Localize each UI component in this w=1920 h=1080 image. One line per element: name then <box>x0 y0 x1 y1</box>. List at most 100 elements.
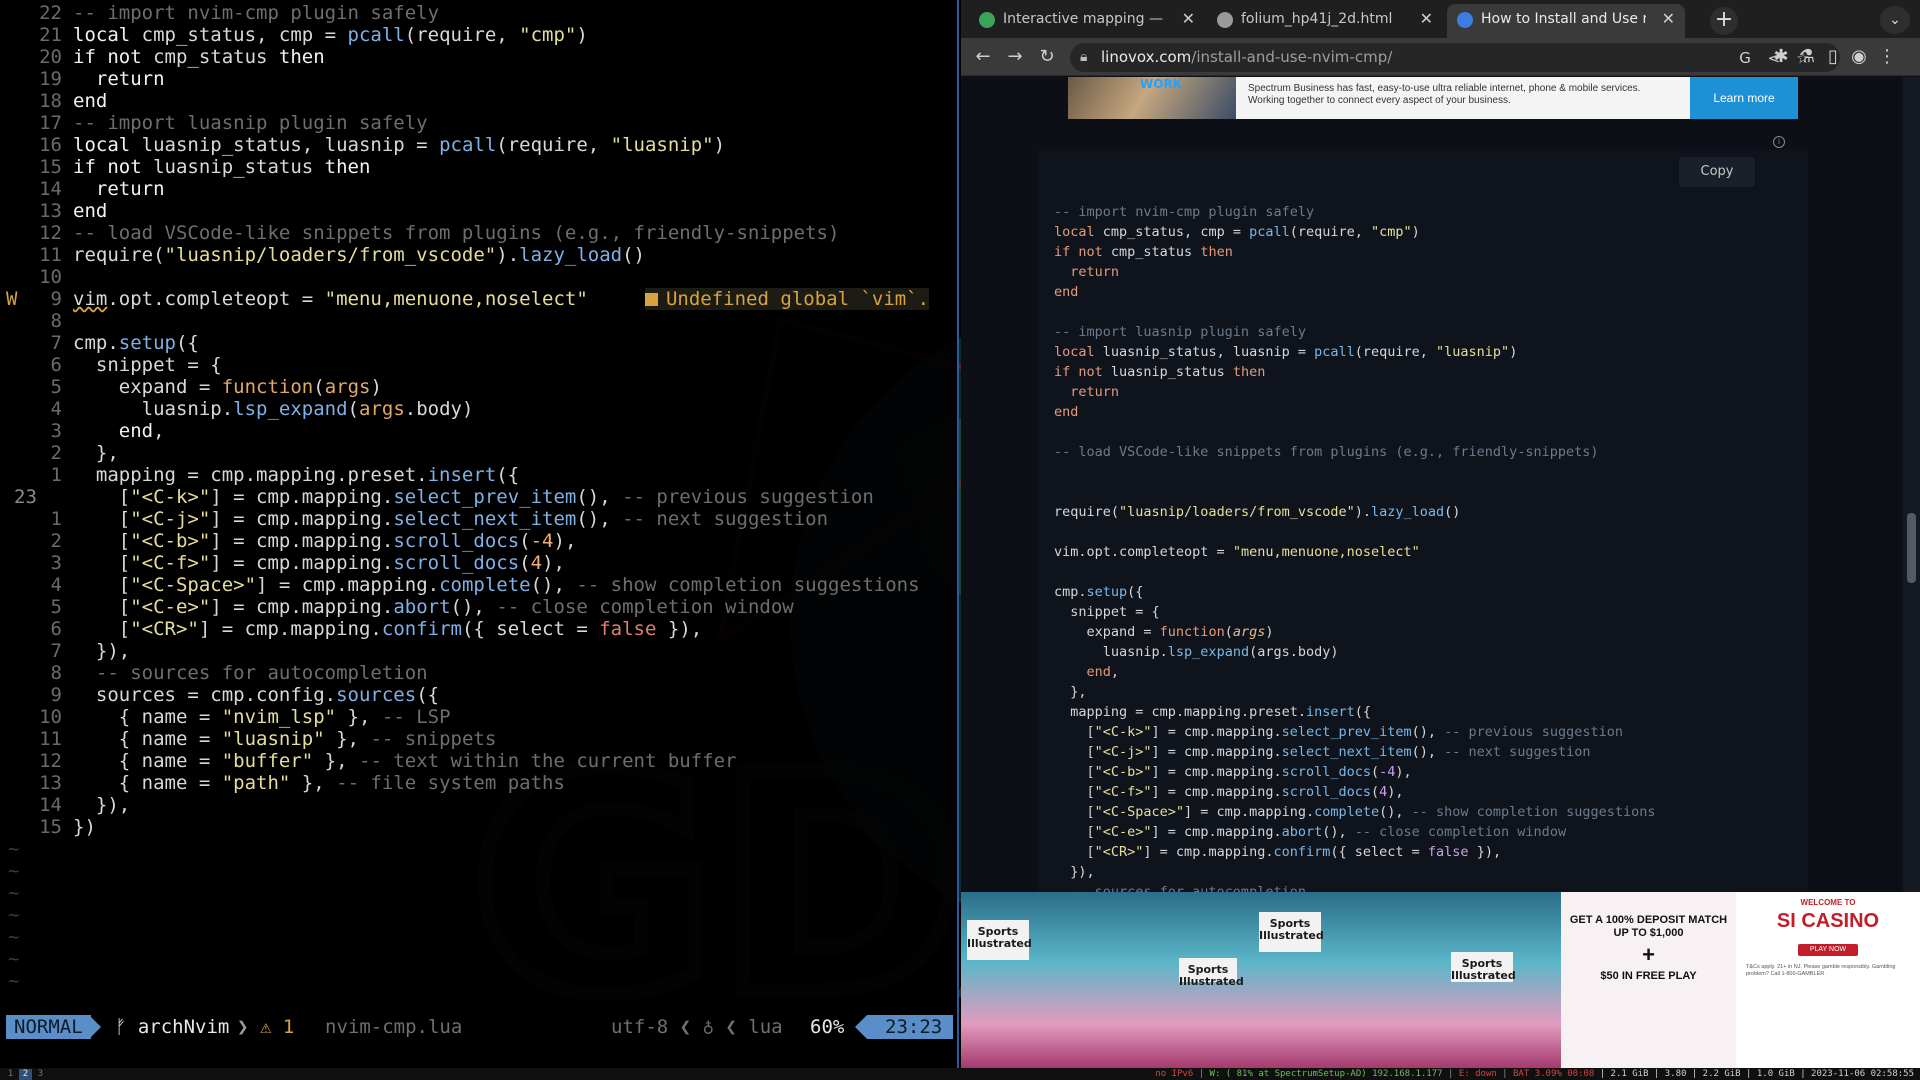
code-line: ["<C-e>"] = cmp.mapping.abort(), -- clos… <box>1054 824 1567 840</box>
code-line: -- load VSCode-like snippets from plugin… <box>1054 444 1599 460</box>
back-arrow-icon[interactable]: ← <box>969 43 997 71</box>
lock-icon[interactable]: 🔒︎ <box>1080 49 1087 65</box>
side-panel-icon[interactable]: ▯ <box>1819 43 1847 71</box>
code-line: expand = function(args) <box>1054 624 1274 640</box>
browser-window[interactable]: Interactive mapping — G ✕ folium_hp41j_2… <box>961 0 1920 1068</box>
editor-line[interactable]: 10 <box>0 266 957 288</box>
editor-line[interactable]: 17 -- import luasnip plugin safely <box>0 112 957 134</box>
address-bar[interactable]: 🔒︎ linovox.com/install-and-use-nvim-cmp/… <box>1070 43 1840 72</box>
line-number: 13 <box>39 772 62 794</box>
editor-line[interactable]: 12 -- load VSCode-like snippets from plug… <box>0 222 957 244</box>
reload-icon[interactable]: ↻ <box>1033 43 1061 71</box>
editor-line[interactable]: 22 -- import nvim-cmp plugin safely <box>0 2 957 24</box>
editor-line[interactable]: 16 local luasnip_status, luasnip = pcall(… <box>0 134 957 156</box>
banner-ad[interactable]: WORK Spectrum Business has fast, easy-to… <box>1068 77 1798 119</box>
ad-info-icon[interactable]: i <box>1773 136 1785 148</box>
close-icon[interactable]: ✕ <box>1420 4 1433 34</box>
editor-line[interactable]: 2 ["<C-b>"] = cmp.mapping.scroll_docs(-4… <box>0 530 957 552</box>
editor-line[interactable]: 21 local cmp_status, cmp = pcall(require,… <box>0 24 957 46</box>
page-content[interactable]: WORK Spectrum Business has fast, easy-to… <box>961 77 1920 968</box>
editor-line[interactable]: 14 }), <box>0 794 957 816</box>
editor-line[interactable]: 19 return <box>0 68 957 90</box>
kebab-menu-icon[interactable]: ⋮ <box>1873 43 1901 71</box>
editor-line[interactable]: 11 require("luasnip/loaders/from_vscode")… <box>0 244 957 266</box>
editor-line[interactable]: 13 { name = "path" }, -- file system pat… <box>0 772 957 794</box>
file-encoding: utf-8 ❮ ♁ ❮ lua <box>611 1016 783 1038</box>
editor-line[interactable]: 13 end <box>0 200 957 222</box>
editor-line[interactable]: 12 { name = "buffer" }, -- text within t… <box>0 750 957 772</box>
editor-line[interactable]: 4 ["<C-Space>"] = cmp.mapping.complete()… <box>0 574 957 596</box>
globe-icon <box>1217 12 1233 28</box>
extension-pin-icon[interactable]: ⚗ <box>1793 43 1821 71</box>
nvim-window[interactable]: 22 -- import nvim-cmp plugin safely 21 loca… <box>0 0 959 1068</box>
editor-buffer[interactable]: 22 -- import nvim-cmp plugin safely 21 loca… <box>0 0 957 1010</box>
close-icon[interactable]: ✕ <box>1182 4 1195 34</box>
editor-line[interactable]: 23 ["<C-k>"] = cmp.mapping.select_prev_i… <box>0 486 957 508</box>
editor-line[interactable]: 5 ["<C-e>"] = cmp.mapping.abort(), -- cl… <box>0 596 957 618</box>
editor-line[interactable]: 14 return <box>0 178 957 200</box>
casino-ad-banner[interactable]: Sports Illustrated Sports Illustrated Sp… <box>961 892 1920 1068</box>
workspace-1[interactable]: 1 <box>4 1069 17 1080</box>
si-logo: Sports Illustrated <box>1451 952 1516 982</box>
editor-line[interactable]: 7 }), <box>0 640 957 662</box>
scrollbar-thumb[interactable] <box>1907 513 1916 583</box>
editor-line[interactable]: 5 expand = function(args) <box>0 376 957 398</box>
editor-line[interactable]: 1 ["<C-j>"] = cmp.mapping.select_next_it… <box>0 508 957 530</box>
close-icon[interactable]: ✕ <box>1662 4 1675 34</box>
editor-line[interactable]: 4 luasnip.lsp_expand(args.body) <box>0 398 957 420</box>
workspace-3[interactable]: 3 <box>34 1069 47 1080</box>
editor-line[interactable]: 10 { name = "nvim_lsp" }, -- LSP <box>0 706 957 728</box>
url-text[interactable]: linovox.com/install-and-use-nvim-cmp/ <box>1101 43 1392 72</box>
editor-line[interactable]: 8 -- sources for autocompletion <box>0 662 957 684</box>
extensions-icon[interactable]: ✱ <box>1767 43 1795 71</box>
editor-line[interactable]: 6 snippet = { <box>0 354 957 376</box>
editor-line[interactable]: 6 ["<CR>"] = cmp.mapping.confirm({ selec… <box>0 618 957 640</box>
google-lens-icon[interactable]: G <box>1734 47 1756 69</box>
line-number: 6 <box>50 354 62 376</box>
editor-line[interactable]: 15}) <box>0 816 957 838</box>
line-number: 3 <box>50 420 62 442</box>
cursor-position: 23:23 <box>867 1015 953 1039</box>
line-code: cmp.setup({ <box>73 332 199 354</box>
profile-avatar-icon[interactable]: ◉ <box>1845 43 1873 71</box>
tab-strip: Interactive mapping — G ✕ folium_hp41j_2… <box>961 0 1920 38</box>
editor-line[interactable]: 9 sources = cmp.config.sources({ <box>0 684 957 706</box>
workspace-2[interactable]: 2 <box>19 1069 32 1080</box>
copy-button[interactable]: Copy <box>1679 157 1755 187</box>
line-code: mapping = cmp.mapping.preset.insert({ <box>73 464 520 486</box>
editor-line[interactable]: 15 if not luasnip_status then <box>0 156 957 178</box>
tab-search-button[interactable]: ⌄ <box>1880 6 1910 34</box>
editor-line[interactable]: 2 }, <box>0 442 957 464</box>
page-scrollbar[interactable] <box>1903 77 1920 968</box>
warning-count: ⚠ 1 <box>260 1016 295 1038</box>
editor-line[interactable]: 3 ["<C-f>"] = cmp.mapping.scroll_docs(4)… <box>0 552 957 574</box>
editor-line[interactable]: 3 end, <box>0 420 957 442</box>
tab-folium[interactable]: folium_hp41j_2d.html ✕ <box>1207 4 1443 38</box>
line-number: 13 <box>39 200 62 222</box>
code-line: local cmp_status, cmp = pcall(require, "… <box>1054 224 1420 240</box>
new-tab-button[interactable]: + <box>1710 7 1738 35</box>
code-line: -- import nvim-cmp plugin safely <box>1054 204 1315 220</box>
line-number: 14 <box>39 178 62 200</box>
editor-line[interactable]: W 9 vim.opt.completeopt = "menu,menuone,no… <box>0 288 957 310</box>
editor-line[interactable]: 11 { name = "luasnip" }, -- snippets <box>0 728 957 750</box>
code-line: mapping = cmp.mapping.preset.insert({ <box>1054 704 1372 720</box>
forward-arrow-icon[interactable]: → <box>1001 43 1029 71</box>
code-block[interactable]: -- import nvim-cmp plugin safely local cm… <box>1038 149 1808 968</box>
code-line: vim.opt.completeopt = "menu,menuone,nose… <box>1054 544 1420 560</box>
editor-line[interactable]: 20 if not cmp_status then <box>0 46 957 68</box>
tab-how-to-install[interactable]: How to Install and Use nv ✕ <box>1447 4 1685 38</box>
editor-line[interactable]: 7 cmp.setup({ <box>0 332 957 354</box>
tab-interactive-mapping[interactable]: Interactive mapping — G ✕ <box>969 4 1205 38</box>
play-now-button[interactable]: PLAY NOW <box>1798 944 1858 956</box>
editor-line[interactable]: 8 <box>0 310 957 332</box>
editor-line[interactable]: 1 mapping = cmp.mapping.preset.insert({ <box>0 464 957 486</box>
editor-line[interactable]: 18 end <box>0 90 957 112</box>
code-line: ["<C-k>"] = cmp.mapping.select_prev_item… <box>1054 724 1623 740</box>
learn-more-button[interactable]: Learn more <box>1690 77 1798 119</box>
ad-image: WORK <box>1068 77 1236 119</box>
branch-name: archNvim <box>137 1016 230 1038</box>
line-code: end <box>73 200 108 222</box>
code-line: ["<C-b>"] = cmp.mapping.scroll_docs(-4), <box>1054 764 1412 780</box>
code-line: }, <box>1054 684 1087 700</box>
